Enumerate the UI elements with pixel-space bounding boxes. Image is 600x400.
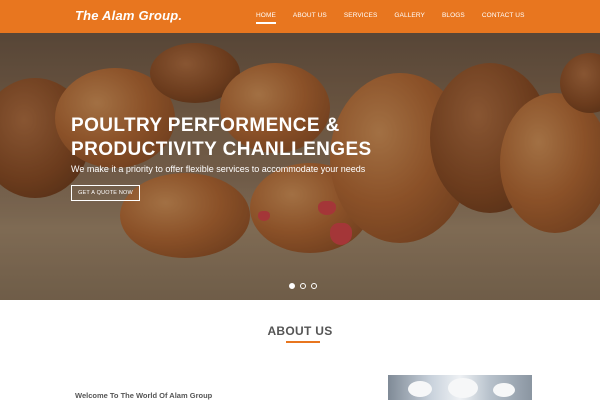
- about-image-detail: [408, 381, 432, 397]
- nav-item-contact[interactable]: CONTACT US: [482, 0, 525, 33]
- nav-item-services[interactable]: SERVICES: [344, 0, 378, 33]
- about-image-detail: [493, 383, 515, 397]
- hero-subtitle: We make it a priority to offer flexible …: [71, 164, 366, 174]
- about-heading-underline: [286, 341, 320, 343]
- nav-item-gallery[interactable]: GALLERY: [394, 0, 425, 33]
- welcome-text: Welcome To The World Of Alam Group: [75, 391, 213, 400]
- about-image: [388, 375, 532, 400]
- hero-title-line1: POULTRY PERFORMENCE &: [71, 115, 340, 136]
- slider-dots: [289, 283, 317, 289]
- get-quote-button[interactable]: GET A QUOTE NOW: [71, 185, 140, 201]
- slider-dot-1[interactable]: [289, 283, 295, 289]
- top-navbar: The Alam Group. HOME ABOUT US SERVICES G…: [0, 0, 600, 33]
- slider-dot-3[interactable]: [311, 283, 317, 289]
- hero-title: POULTRY PERFORMENCE & PRODUCTIVITY CHANL…: [71, 114, 391, 162]
- about-image-detail: [448, 378, 478, 398]
- slider-dot-2[interactable]: [300, 283, 306, 289]
- nav-item-home[interactable]: HOME: [256, 0, 276, 33]
- about-heading: ABOUT US: [267, 324, 333, 338]
- nav-item-about[interactable]: ABOUT US: [293, 0, 327, 33]
- brand-logo[interactable]: The Alam Group.: [75, 8, 182, 23]
- nav-item-blogs[interactable]: BLOGS: [442, 0, 465, 33]
- nav-menu: HOME ABOUT US SERVICES GALLERY BLOGS CON…: [256, 0, 542, 33]
- hero-title-line2: PRODUCTIVITY CHANLLENGES: [71, 139, 372, 160]
